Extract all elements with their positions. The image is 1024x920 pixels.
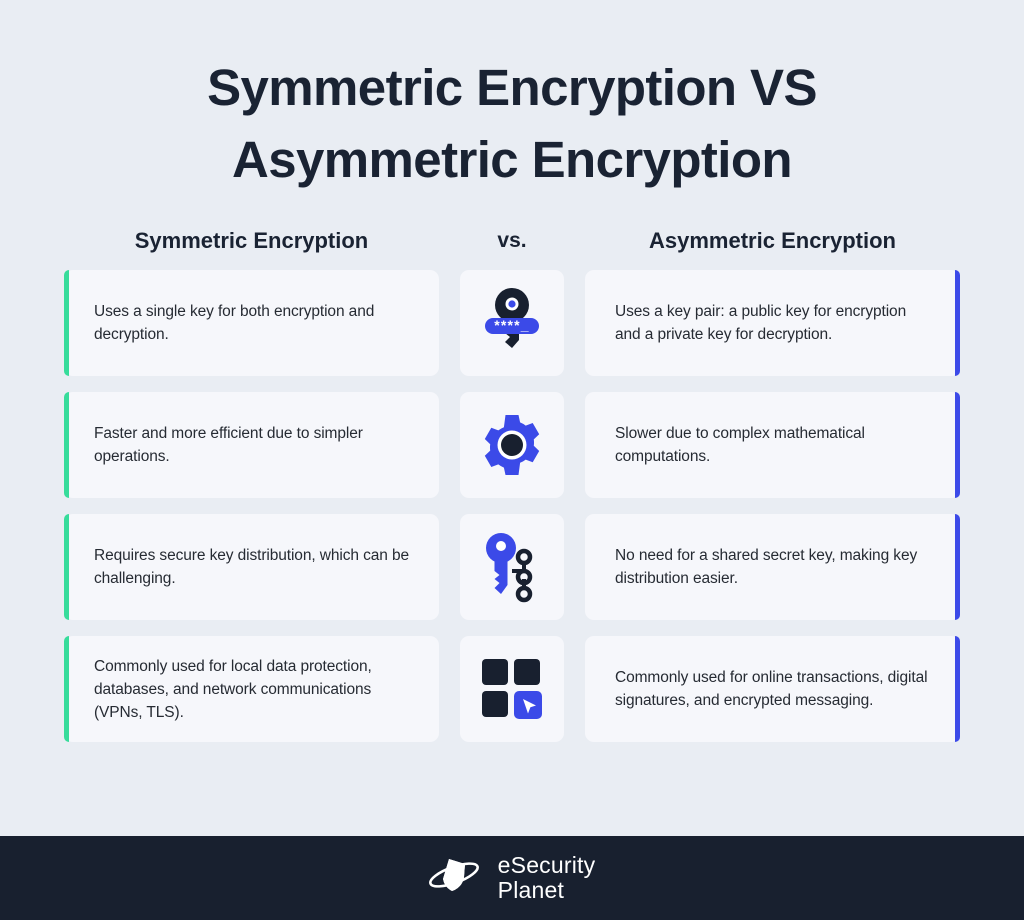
symmetric-card: Requires secure key distribution, which … [64,514,439,620]
symmetric-card-text: Commonly used for local data protection,… [94,657,372,721]
gear-icon [479,412,545,478]
accent-bar-symmetric [64,270,69,376]
accent-bar-asymmetric [955,270,960,376]
comparison-row: Uses a single key for both encryption an… [64,270,960,376]
comparison-row: Requires secure key distribution, which … [64,514,960,620]
symmetric-card-text: Requires secure key distribution, which … [94,547,410,587]
accent-bar-asymmetric [955,514,960,620]
password-key-icon: ****_ [481,287,543,359]
planet-shield-icon [428,856,487,901]
logo-line-1: eSecurity [497,852,596,878]
row-icon-tile [460,392,564,498]
svg-text:****_: ****_ [494,317,530,333]
symmetric-card: Faster and more efficient due to simpler… [64,392,439,498]
row-icon-tile [460,514,564,620]
accent-bar-asymmetric [955,392,960,498]
asymmetric-card-text: Uses a key pair: a public key for encryp… [615,303,907,343]
footer-bar: eSecurity Planet [0,836,1024,920]
asymmetric-card: Commonly used for online transactions, d… [585,636,960,742]
page-title-line-2: Asymmetric Encryption [232,131,793,188]
page-title: Symmetric Encryption VS Asymmetric Encry… [0,0,1024,196]
column-header-symmetric: Symmetric Encryption [134,228,369,253]
accent-bar-asymmetric [955,636,960,742]
apps-grid-cursor-icon [480,657,544,721]
row-icon-tile [460,636,564,742]
site-logo[interactable]: eSecurity Planet [428,853,596,903]
column-header-asymmetric: Asymmetric Encryption [649,228,896,253]
accent-bar-symmetric [64,636,69,742]
asymmetric-card-text: Commonly used for online transactions, d… [615,669,928,709]
row-icon-tile: ****_ [460,270,564,376]
asymmetric-card-text: No need for a shared secret key, making … [615,547,918,587]
column-headers: Symmetric Encryption vs. Asymmetric Encr… [0,228,1024,254]
asymmetric-card: Uses a key pair: a public key for encryp… [585,270,960,376]
logo-line-2: Planet [497,877,565,903]
page-title-line-1: Symmetric Encryption VS [207,59,817,116]
symmetric-card-text: Uses a single key for both encryption an… [94,303,375,343]
accent-bar-symmetric [64,392,69,498]
asymmetric-card: Slower due to complex mathematical compu… [585,392,960,498]
column-header-vs: vs. [497,229,527,252]
comparison-row: Commonly used for local data protection,… [64,636,960,742]
symmetric-card: Uses a single key for both encryption an… [64,270,439,376]
key-network-icon [479,531,545,603]
comparison-rows: Uses a single key for both encryption an… [0,270,1024,742]
asymmetric-card-text: Slower due to complex mathematical compu… [615,425,865,465]
comparison-row: Faster and more efficient due to simpler… [64,392,960,498]
asymmetric-card: No need for a shared secret key, making … [585,514,960,620]
symmetric-card-text: Faster and more efficient due to simpler… [94,425,363,465]
logo-wordmark: eSecurity Planet [498,853,596,903]
symmetric-card: Commonly used for local data protection,… [64,636,439,742]
accent-bar-symmetric [64,514,69,620]
